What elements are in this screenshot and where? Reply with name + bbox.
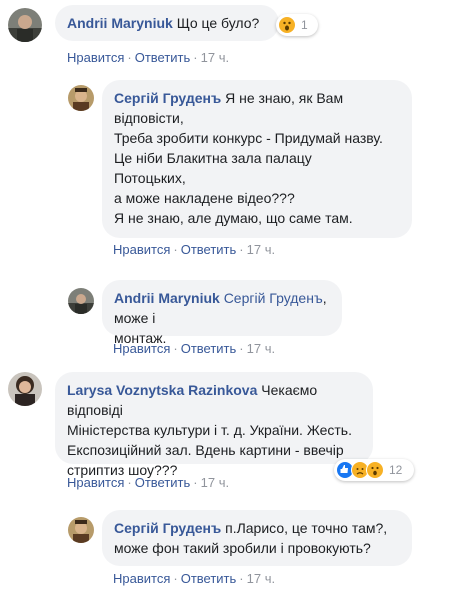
avatar[interactable] — [8, 372, 42, 406]
comment-line: відповісти, — [114, 110, 184, 126]
comment-author[interactable]: Larysa Voznytska Razinkova — [67, 382, 257, 398]
comment-author[interactable]: Andrii Maryniuk — [67, 15, 173, 31]
reaction-summary[interactable]: 12 — [334, 459, 414, 481]
separator: · — [193, 475, 198, 490]
reply-link[interactable]: Ответить — [181, 242, 237, 257]
separator: · — [173, 242, 178, 257]
comment-line: а може накладене відео??? — [114, 190, 295, 206]
comment-bubble: Сергій Груденъ Я не знаю, як Вам відпові… — [102, 80, 412, 238]
wow-reaction-icon — [366, 461, 384, 479]
reply-link[interactable]: Ответить — [181, 341, 237, 356]
timestamp[interactable]: 17 ч. — [201, 50, 229, 65]
comment-actions: Нравится · Ответить · 17 ч. — [113, 341, 275, 356]
comment-author[interactable]: Сергій Груденъ — [114, 90, 221, 106]
reaction-count: 1 — [301, 18, 308, 32]
separator: · — [127, 475, 132, 490]
comment-line: Я не знаю, але думаю, що саме там. — [114, 210, 353, 226]
comment-actions: Нравится · Ответить · 17 ч. — [67, 50, 229, 65]
separator: · — [239, 571, 244, 586]
timestamp[interactable]: 17 ч. — [247, 571, 275, 586]
avatar[interactable] — [68, 288, 94, 314]
avatar[interactable] — [68, 85, 94, 111]
comment-bubble: Andrii Maryniuk Що це було? — [55, 5, 279, 41]
timestamp[interactable]: 17 ч. — [247, 341, 275, 356]
timestamp[interactable]: 17 ч. — [201, 475, 229, 490]
avatar[interactable] — [68, 517, 94, 543]
comment-line: Міністерства культури і т. д. України. Ж… — [67, 422, 352, 438]
wow-reaction-icon — [278, 16, 296, 34]
comment-line: Я не знаю, як Вам — [225, 90, 344, 106]
separator: · — [173, 571, 178, 586]
reply-link[interactable]: Ответить — [135, 50, 191, 65]
reaction-count: 12 — [389, 463, 403, 477]
comment-author[interactable]: Andrii Maryniuk — [114, 290, 220, 306]
separator: · — [239, 341, 244, 356]
reply-link[interactable]: Ответить — [135, 475, 191, 490]
comment-line: Треба зробити конкурс - Придумай назву. — [114, 130, 383, 146]
comment-bubble: Сергій Груденъ п.Ларисо, це точно там?, … — [102, 510, 412, 566]
comment-line: Потоцьких, — [114, 170, 186, 186]
like-link[interactable]: Нравится — [113, 571, 170, 586]
like-link[interactable]: Нравится — [113, 341, 170, 356]
comment-bubble: Andrii Maryniuk Сергій Груденъ, може і м… — [102, 280, 342, 346]
comment-bubble: Larysa Voznytska Razinkova Чекаємо відпо… — [55, 372, 373, 478]
like-link[interactable]: Нравится — [67, 475, 124, 490]
comment-actions: Нравится · Ответить · 17 ч. — [113, 242, 275, 257]
comment-actions: Нравится · Ответить · 17 ч. — [113, 571, 275, 586]
comment-line: Це ніби Блакитна зала палацу — [114, 150, 312, 166]
avatar[interactable] — [8, 8, 42, 42]
separator: · — [193, 50, 198, 65]
timestamp[interactable]: 17 ч. — [247, 242, 275, 257]
comment-actions: Нравится · Ответить · 17 ч. — [67, 475, 229, 490]
reaction-summary[interactable]: 1 — [276, 14, 318, 36]
separator: · — [239, 242, 244, 257]
separator: · — [173, 341, 178, 356]
like-link[interactable]: Нравится — [67, 50, 124, 65]
comment-text: Що це було? — [176, 15, 260, 31]
separator: · — [127, 50, 132, 65]
comment-line: може фон такий зробили і провокують? — [114, 540, 371, 556]
comment-line: Експозиційний зал. Вдень картини - ввечі… — [67, 442, 344, 458]
like-link[interactable]: Нравится — [113, 242, 170, 257]
reply-link[interactable]: Ответить — [181, 571, 237, 586]
mention-link[interactable]: Сергій Груденъ — [224, 290, 323, 306]
comment-author[interactable]: Сергій Груденъ — [114, 520, 221, 536]
comment-line: п.Ларисо, це точно там?, — [225, 520, 388, 536]
